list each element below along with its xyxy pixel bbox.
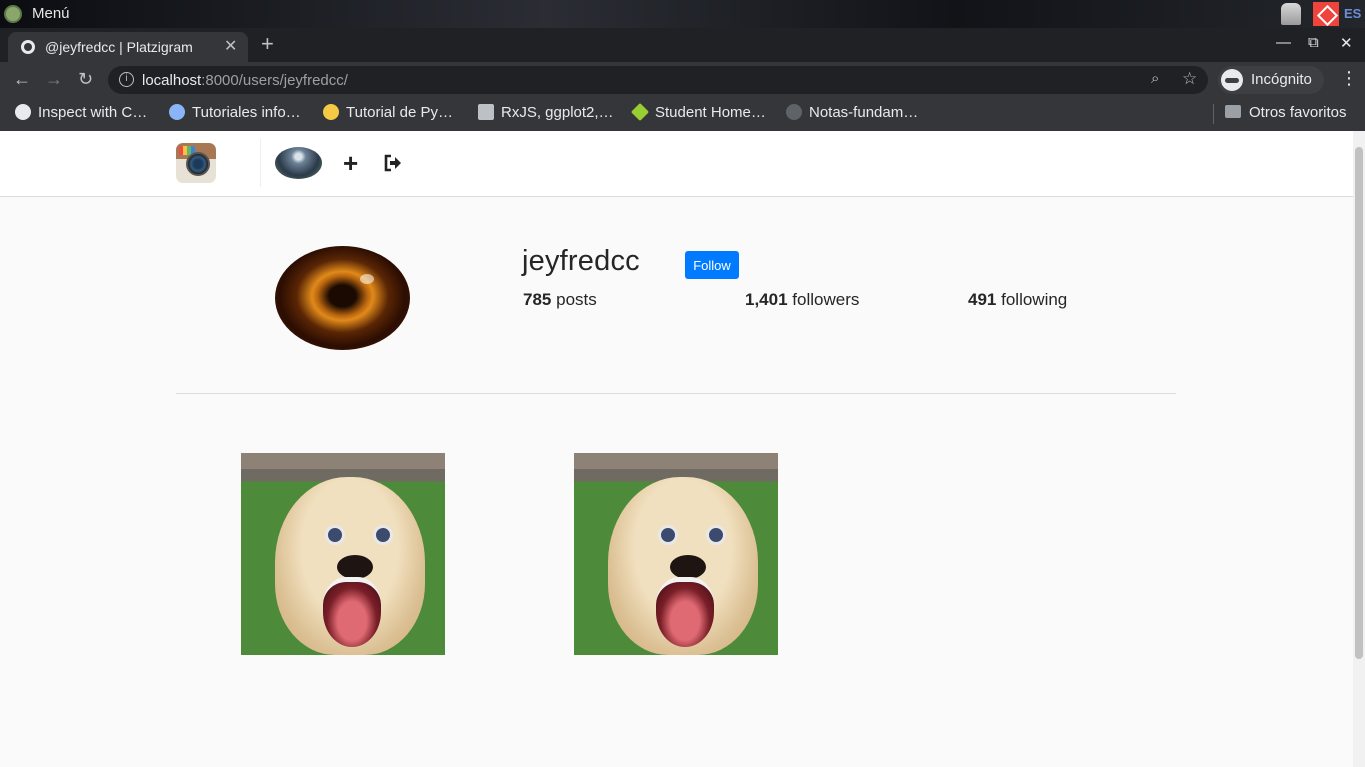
dog-eye <box>325 525 345 545</box>
other-bookmarks-folder[interactable]: Otros favoritos <box>1225 104 1347 121</box>
restore-icon[interactable]: ⧉ <box>1308 34 1319 51</box>
site-navbar: + <box>0 131 1353 197</box>
back-arrow-icon[interactable]: ← <box>13 69 31 90</box>
python-icon <box>323 104 339 120</box>
anydesk-icon[interactable] <box>1313 2 1339 26</box>
incognito-label: Incógnito <box>1251 71 1312 88</box>
followers-count[interactable]: 1,401 followers <box>745 290 859 310</box>
reload-icon[interactable]: ↻ <box>78 69 93 90</box>
statue-icon[interactable] <box>1281 3 1301 25</box>
following-count-value: 491 <box>968 290 997 309</box>
profile-divider <box>176 393 1176 394</box>
tab-title: @jeyfredcc | Platzigram <box>45 39 193 55</box>
bookmark-item[interactable]: Student Home… <box>630 102 766 122</box>
posts-count-label: posts <box>556 290 597 309</box>
plus-icon[interactable]: + <box>343 150 358 176</box>
browser-tab-strip: @jeyfredcc | Platzigram ✕ + — ⧉ ✕ <box>0 28 1365 62</box>
bookmark-item[interactable]: Notas-fundam… <box>786 104 918 121</box>
site-info-icon[interactable]: i <box>119 72 134 87</box>
dog-image <box>275 477 425 655</box>
os-menu-icon[interactable] <box>4 5 22 23</box>
address-bar[interactable]: i localhost:8000/users/jeyfredcc/ ⌕ ☆ <box>108 66 1208 94</box>
url-host: localhost <box>142 72 202 89</box>
bookmark-item[interactable]: Tutorial de Py… <box>323 104 453 121</box>
os-menu-label[interactable]: Menú <box>32 5 70 22</box>
followers-count-label: followers <box>792 290 860 309</box>
browser-toolbar: ← → ↻ i localhost:8000/users/jeyfredcc/ … <box>0 62 1365 98</box>
forward-arrow-icon[interactable]: → <box>45 69 63 90</box>
bookmark-label: Student Home… <box>655 104 766 121</box>
platzigram-logo-icon[interactable] <box>176 143 216 183</box>
bookmark-item[interactable]: Inspect with C… <box>15 104 147 121</box>
dog-nose <box>337 555 373 579</box>
incognito-icon <box>1221 69 1243 91</box>
diamond-icon <box>630 102 650 122</box>
browser-tab-active[interactable]: @jeyfredcc | Platzigram ✕ <box>8 32 248 62</box>
bookmark-label: Inspect with C… <box>38 104 148 121</box>
dog-eye <box>373 525 393 545</box>
dog-mouth <box>656 577 714 647</box>
browser-menu-icon[interactable]: ⋮ <box>1340 68 1358 89</box>
post-thumbnail[interactable] <box>241 453 445 655</box>
dog-mouth <box>323 577 381 647</box>
following-count[interactable]: 491 following <box>968 290 1067 310</box>
globe-icon <box>21 40 35 54</box>
dog-image <box>608 477 758 655</box>
tab-close-icon[interactable]: ✕ <box>224 36 237 56</box>
bookmark-star-icon[interactable]: ☆ <box>1182 69 1197 89</box>
user-avatar[interactable] <box>275 147 322 179</box>
bookmark-label: RxJS, ggplot2,… <box>501 104 614 121</box>
bookmark-label: Tutoriales info… <box>192 104 301 121</box>
minimize-icon[interactable]: — <box>1276 34 1291 51</box>
post-thumbnail[interactable] <box>574 453 778 655</box>
posts-count-value: 785 <box>523 290 552 309</box>
profile-username: jeyfredcc <box>522 245 640 277</box>
os-top-bar: Menú ES <box>0 0 1365 28</box>
site-favicon-icon <box>169 104 185 120</box>
globe-icon <box>15 104 31 120</box>
page-viewport: + jeyfredcc Follow 785 posts 1,401 follo… <box>0 131 1353 767</box>
github-icon <box>786 104 802 120</box>
dog-eye <box>658 525 678 545</box>
navbar-divider <box>260 139 261 187</box>
bookmark-label: Tutorial de Py… <box>346 104 453 121</box>
profile-picture <box>275 246 410 350</box>
scrollbar-thumb[interactable] <box>1355 147 1363 659</box>
bookmarks-separator <box>1213 104 1214 124</box>
url-text[interactable]: localhost:8000/users/jeyfredcc/ <box>142 72 348 89</box>
window-close-icon[interactable]: ✕ <box>1340 34 1353 52</box>
other-bookmarks-label: Otros favoritos <box>1249 104 1347 121</box>
zoom-icon[interactable]: ⌕ <box>1151 70 1159 87</box>
following-count-label: following <box>1001 290 1068 309</box>
incognito-indicator[interactable]: Incógnito <box>1218 66 1324 94</box>
page-scrollbar[interactable] <box>1353 131 1365 767</box>
logout-icon[interactable] <box>383 153 403 173</box>
folder-icon <box>1225 105 1241 118</box>
new-tab-button[interactable]: + <box>261 31 274 57</box>
bookmark-item[interactable]: Tutoriales info… <box>169 104 301 121</box>
followers-count-value: 1,401 <box>745 290 788 309</box>
bookmark-label: Notas-fundam… <box>809 104 919 121</box>
dog-nose <box>670 555 706 579</box>
keyboard-language[interactable]: ES <box>1344 6 1361 21</box>
bookmark-item[interactable]: RxJS, ggplot2,… <box>478 104 614 121</box>
url-path: :8000/users/jeyfredcc/ <box>201 72 348 89</box>
site-favicon-icon <box>478 104 494 120</box>
follow-button[interactable]: Follow <box>685 251 739 279</box>
dog-eye <box>706 525 726 545</box>
posts-count: 785 posts <box>523 290 597 310</box>
bookmarks-bar: Inspect with C… Tutoriales info… Tutoria… <box>0 98 1365 131</box>
